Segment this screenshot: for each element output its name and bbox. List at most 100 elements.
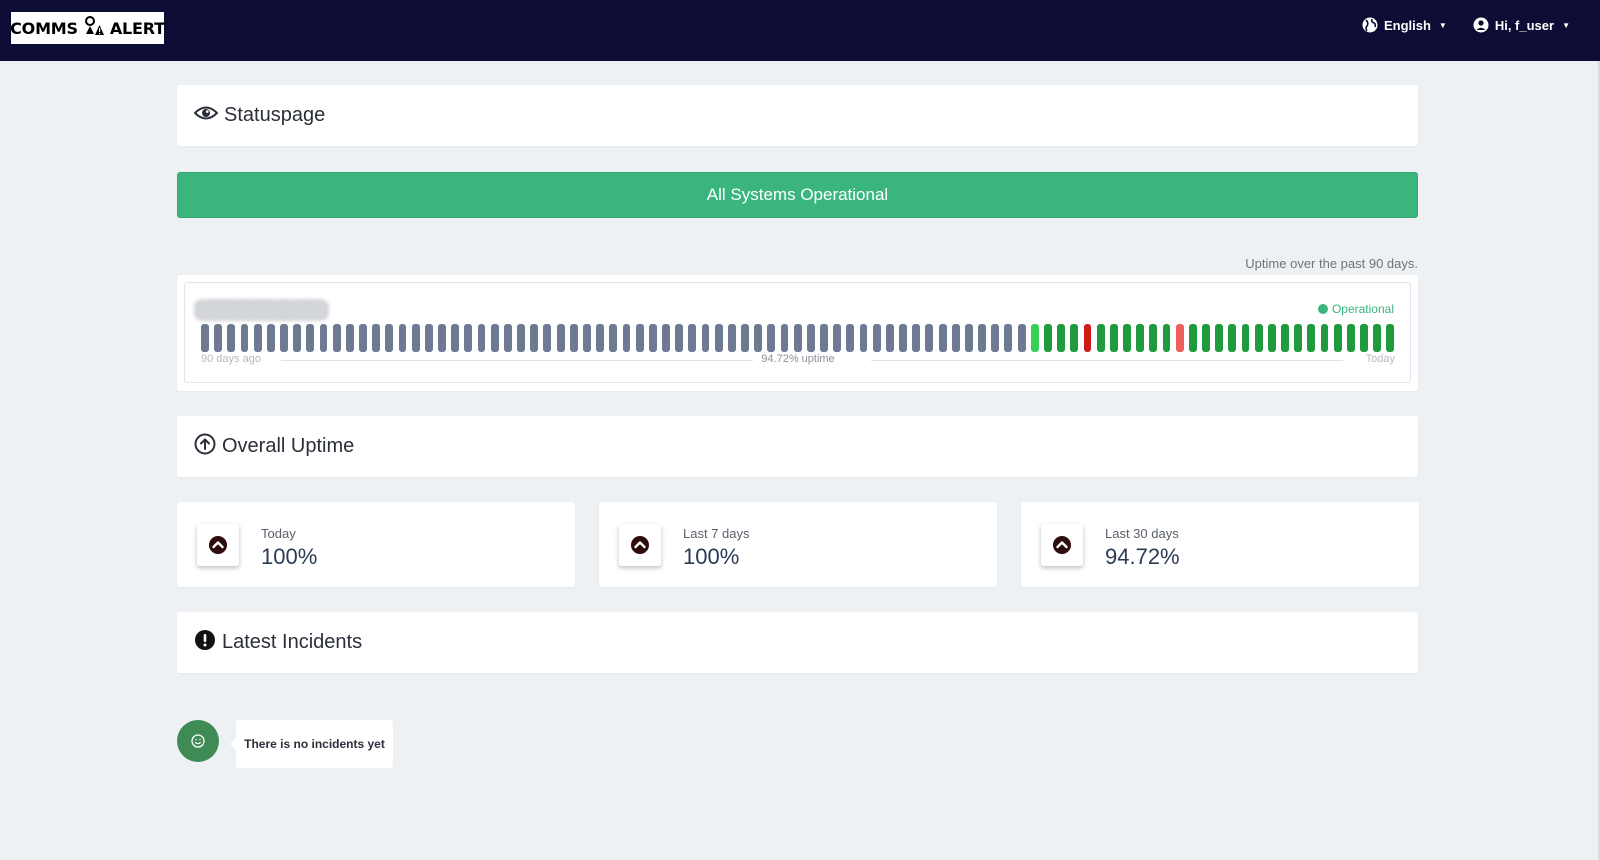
- uptime-day-bar[interactable]: [925, 324, 934, 352]
- metric-label: Today: [261, 526, 296, 541]
- uptime-day-bar[interactable]: [201, 324, 209, 352]
- uptime-day-bar[interactable]: [319, 324, 328, 352]
- uptime-day-bar[interactable]: [1294, 324, 1303, 352]
- globe-icon: [1362, 17, 1378, 33]
- uptime-day-bar[interactable]: [938, 324, 947, 352]
- uptime-day-bar[interactable]: [503, 324, 512, 352]
- uptime-day-bar[interactable]: [1070, 324, 1079, 352]
- uptime-day-bar[interactable]: [253, 324, 262, 352]
- uptime-day-bar[interactable]: [332, 324, 341, 352]
- uptime-day-bar[interactable]: [1202, 324, 1210, 352]
- uptime-day-bar[interactable]: [1307, 324, 1316, 352]
- user-dropdown[interactable]: Hi, f_user ▼: [1473, 17, 1570, 33]
- uptime-day-bar[interactable]: [662, 324, 670, 352]
- uptime-day-bar[interactable]: [517, 324, 525, 352]
- uptime-day-bar[interactable]: [1241, 324, 1250, 352]
- uptime-day-bar[interactable]: [1215, 324, 1224, 352]
- uptime-day-bar[interactable]: [872, 324, 881, 352]
- uptime-day-bar[interactable]: [1162, 324, 1171, 352]
- logo[interactable]: COMMS ALERT: [10, 12, 165, 44]
- uptime-day-bar[interactable]: [1083, 324, 1092, 352]
- uptime-day-bar[interactable]: [635, 324, 644, 352]
- uptime-day-bar[interactable]: [385, 324, 394, 352]
- uptime-day-bar[interactable]: [280, 324, 288, 352]
- uptime-day-bar[interactable]: [1149, 324, 1158, 352]
- uptime-day-bar[interactable]: [1136, 324, 1145, 352]
- uptime-day-bar[interactable]: [240, 324, 249, 352]
- uptime-day-bar[interactable]: [569, 324, 578, 352]
- uptime-day-bar[interactable]: [477, 324, 486, 352]
- uptime-day-bar[interactable]: [899, 324, 907, 352]
- uptime-day-bar[interactable]: [806, 324, 815, 352]
- uptime-day-bar[interactable]: [1346, 324, 1355, 352]
- uptime-day-bar[interactable]: [490, 324, 499, 352]
- uptime-day-bar[interactable]: [1044, 324, 1052, 352]
- uptime-day-bar[interactable]: [464, 324, 473, 352]
- uptime-day-bar[interactable]: [1373, 324, 1382, 352]
- uptime-day-bar[interactable]: [596, 324, 605, 352]
- uptime-day-bar[interactable]: [780, 324, 789, 352]
- uptime-day-bar[interactable]: [688, 324, 697, 352]
- uptime-day-bar[interactable]: [530, 324, 539, 352]
- uptime-day-bar[interactable]: [411, 324, 420, 352]
- uptime-day-bar[interactable]: [306, 324, 315, 352]
- uptime-day-bar[interactable]: [556, 324, 565, 352]
- uptime-day-bar[interactable]: [701, 324, 710, 352]
- uptime-day-bar[interactable]: [359, 324, 367, 352]
- uptime-day-bar[interactable]: [754, 324, 763, 352]
- uptime-day-bar[interactable]: [438, 324, 446, 352]
- uptime-day-bar[interactable]: [398, 324, 407, 352]
- uptime-day-bar[interactable]: [1333, 324, 1342, 352]
- uptime-day-bar[interactable]: [1057, 324, 1066, 352]
- uptime-day-bar[interactable]: [1254, 324, 1263, 352]
- uptime-day-bar[interactable]: [859, 324, 868, 352]
- uptime-day-bar[interactable]: [833, 324, 842, 352]
- uptime-day-bar[interactable]: [1175, 324, 1184, 352]
- axis-end-label: Today: [1365, 353, 1395, 365]
- uptime-day-bar[interactable]: [1123, 324, 1131, 352]
- user-label: Hi, f_user: [1494, 17, 1555, 33]
- uptime-day-bar[interactable]: [793, 324, 802, 352]
- uptime-day-bar[interactable]: [964, 324, 973, 352]
- uptime-day-bar[interactable]: [1267, 324, 1276, 352]
- uptime-day-bar[interactable]: [1320, 324, 1329, 352]
- uptime-day-bar[interactable]: [1386, 324, 1395, 352]
- uptime-day-bar[interactable]: [1096, 324, 1105, 352]
- uptime-day-bar[interactable]: [582, 324, 591, 352]
- uptime-day-bar[interactable]: [214, 324, 223, 352]
- uptime-day-bar[interactable]: [675, 324, 684, 352]
- uptime-day-bar[interactable]: [991, 324, 1000, 352]
- uptime-day-bar[interactable]: [424, 324, 433, 352]
- uptime-day-bar[interactable]: [1109, 324, 1118, 352]
- uptime-day-bar[interactable]: [266, 324, 275, 352]
- uptime-day-bar[interactable]: [227, 324, 236, 352]
- eye-icon: [193, 104, 219, 128]
- uptime-day-bar[interactable]: [820, 324, 828, 352]
- uptime-day-bar[interactable]: [372, 324, 381, 352]
- uptime-day-bar[interactable]: [1004, 324, 1013, 352]
- uptime-day-bar[interactable]: [741, 324, 749, 352]
- uptime-day-bar[interactable]: [767, 324, 776, 352]
- uptime-day-bar[interactable]: [648, 324, 657, 352]
- uptime-day-bar[interactable]: [1017, 324, 1026, 352]
- uptime-day-bar[interactable]: [912, 324, 921, 352]
- uptime-day-bar[interactable]: [885, 324, 894, 352]
- uptime-day-bar[interactable]: [543, 324, 552, 352]
- uptime-day-bar[interactable]: [727, 324, 736, 352]
- uptime-day-bar[interactable]: [714, 324, 723, 352]
- uptime-day-bar[interactable]: [951, 324, 960, 352]
- uptime-day-bar[interactable]: [1281, 324, 1289, 352]
- uptime-day-bar[interactable]: [1228, 324, 1237, 352]
- uptime-day-bar[interactable]: [451, 324, 460, 352]
- uptime-day-bar[interactable]: [293, 324, 302, 352]
- uptime-day-bar[interactable]: [846, 324, 855, 352]
- uptime-day-bar[interactable]: [1030, 324, 1039, 352]
- uptime-day-bar[interactable]: [1188, 324, 1197, 352]
- status-dot-icon: [1317, 304, 1328, 314]
- uptime-day-bar[interactable]: [1360, 324, 1368, 352]
- uptime-day-bar[interactable]: [345, 324, 354, 352]
- uptime-day-bar[interactable]: [978, 324, 987, 352]
- uptime-day-bar[interactable]: [622, 324, 631, 352]
- language-dropdown[interactable]: English ▼: [1362, 17, 1447, 33]
- uptime-day-bar[interactable]: [609, 324, 618, 352]
